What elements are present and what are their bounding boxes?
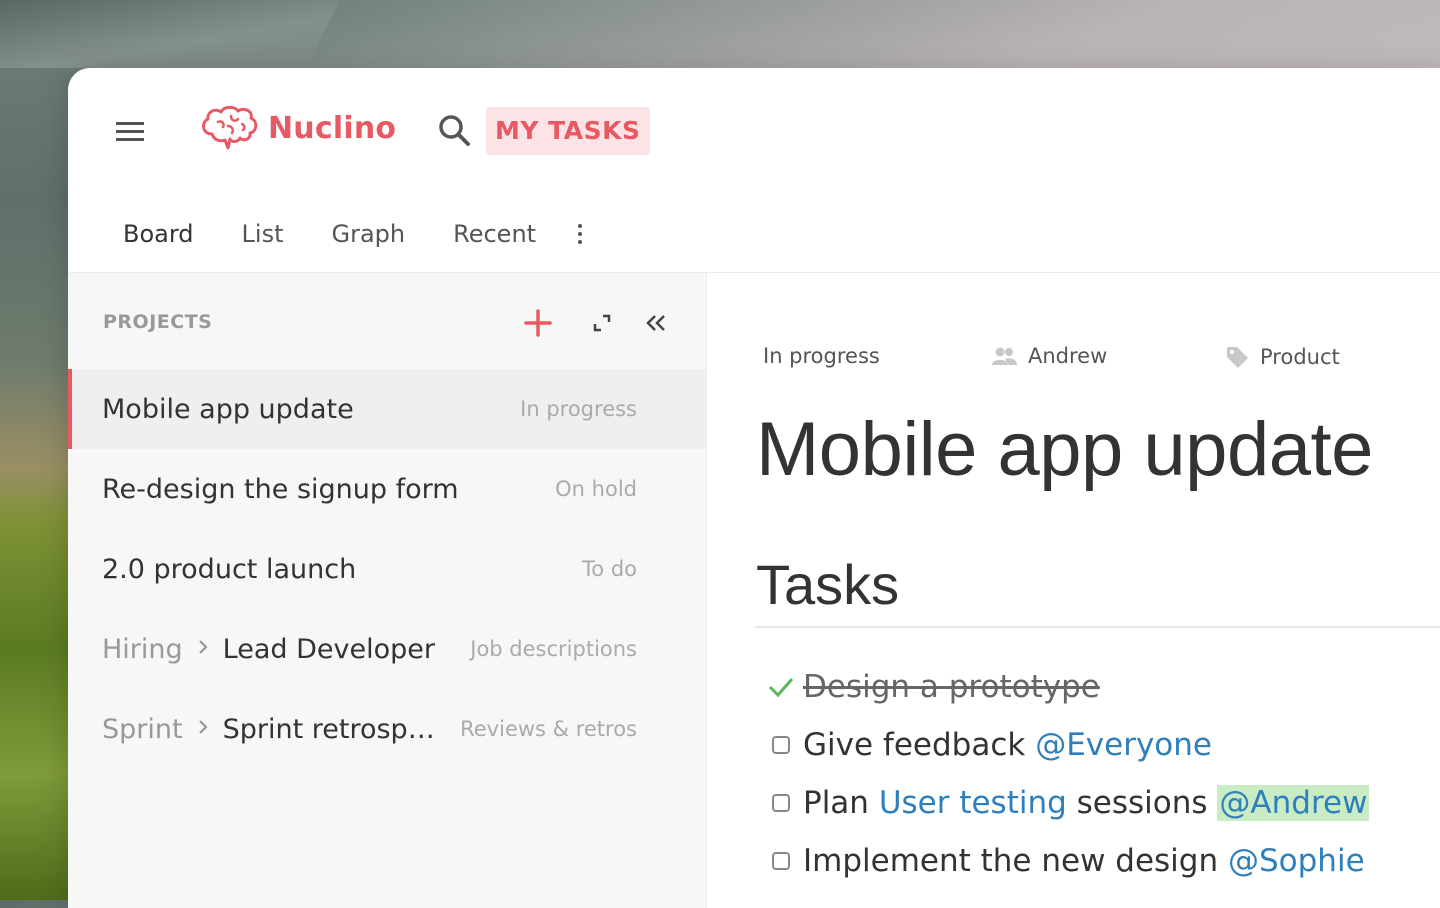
status-value: In progress	[763, 344, 880, 368]
more-options-icon[interactable]	[560, 206, 600, 262]
mention-link[interactable]: @Andrew	[1217, 785, 1370, 821]
task-checkbox[interactable]	[763, 727, 799, 763]
assignee-field[interactable]: Andrew	[990, 344, 1107, 368]
mention-link[interactable]: @Everyone	[1035, 727, 1212, 763]
list-item[interactable]: Sprint Sprint retrospective Reviews & re…	[68, 689, 706, 769]
project-list: Mobile app update In progress Re-design …	[68, 369, 706, 769]
projects-sidebar: PROJECTS Mobile app update In progress R…	[68, 273, 707, 908]
tab-board[interactable]: Board	[99, 206, 218, 276]
task-item: Plan User testing sessions @Andrew	[763, 774, 1370, 832]
task-item: Give feedback @Everyone	[763, 716, 1369, 774]
expand-icon[interactable]	[582, 303, 622, 343]
item-status: Reviews & retros	[460, 717, 637, 741]
section-divider	[755, 626, 1440, 628]
app-window: Nuclino MY TASKS Board List Graph Recent…	[68, 68, 1440, 908]
item-status: Job descriptions	[470, 637, 637, 661]
item-title-path: Sprint Sprint retrospective	[102, 714, 441, 745]
brain-logo-icon	[202, 105, 258, 150]
app-logo[interactable]: Nuclino	[198, 104, 396, 152]
search-icon[interactable]	[436, 112, 472, 148]
status-field[interactable]: In progress	[763, 344, 880, 368]
checkmark-icon[interactable]	[763, 669, 799, 705]
app-name: Nuclino	[268, 110, 397, 146]
task-list: Design a prototype Give feedback @Everyo…	[763, 658, 1370, 890]
item-parent: Hiring	[102, 633, 183, 665]
task-checkbox[interactable]	[763, 843, 799, 879]
list-item[interactable]: Hiring Lead Developer Job descriptions	[68, 609, 706, 689]
task-text: Design a prototype	[803, 669, 1100, 705]
item-title: Mobile app update	[102, 393, 354, 425]
item-title: Lead Developer	[222, 633, 435, 665]
sidebar-title: PROJECTS	[103, 311, 213, 333]
item-title: Re-design the signup form	[102, 473, 459, 505]
list-item[interactable]: 2.0 product launch To do	[68, 529, 706, 609]
section-heading: Tasks	[756, 553, 900, 616]
item-parent: Sprint	[102, 713, 183, 745]
item-status: On hold	[555, 477, 637, 501]
list-item[interactable]: Mobile app update In progress	[68, 369, 706, 449]
item-status: In progress	[520, 397, 637, 421]
tab-recent[interactable]: Recent	[429, 206, 560, 272]
chevron-right-icon	[197, 637, 209, 662]
add-item-icon[interactable]	[518, 303, 558, 343]
item-title: Sprint retrospective	[222, 713, 441, 745]
task-item: Implement the new design @Sophie	[763, 832, 1369, 890]
task-checkbox[interactable]	[763, 785, 799, 821]
item-title: 2.0 product launch	[102, 553, 357, 585]
my-tasks-button[interactable]: MY TASKS	[486, 107, 650, 155]
item-title-path: Hiring Lead Developer	[102, 634, 435, 665]
people-icon	[992, 347, 1017, 365]
document-title[interactable]: Mobile app update	[756, 406, 1373, 493]
tag-field[interactable]: Product	[1224, 344, 1340, 370]
tab-list[interactable]: List	[218, 206, 308, 272]
task-item: Design a prototype	[763, 658, 1369, 716]
hamburger-menu-icon[interactable]	[116, 122, 146, 142]
task-text-after: sessions	[1076, 785, 1208, 821]
view-tabs: Board List Graph Recent	[99, 206, 600, 276]
chevron-right-icon	[197, 717, 209, 742]
assignee-value: Andrew	[1028, 344, 1108, 368]
collapse-sidebar-icon[interactable]	[636, 303, 676, 343]
item-link[interactable]: User testing	[879, 785, 1067, 821]
tab-graph[interactable]: Graph	[308, 206, 430, 272]
task-text: Plan	[803, 785, 869, 821]
list-item[interactable]: Re-design the signup form On hold	[68, 449, 706, 529]
item-status: To do	[582, 557, 637, 581]
task-text: Give feedback	[803, 727, 1026, 763]
tag-icon	[1227, 347, 1248, 368]
tag-value: Product	[1260, 345, 1340, 369]
mention-link[interactable]: @Sophie	[1228, 843, 1365, 879]
task-text: Implement the new design	[803, 843, 1219, 879]
